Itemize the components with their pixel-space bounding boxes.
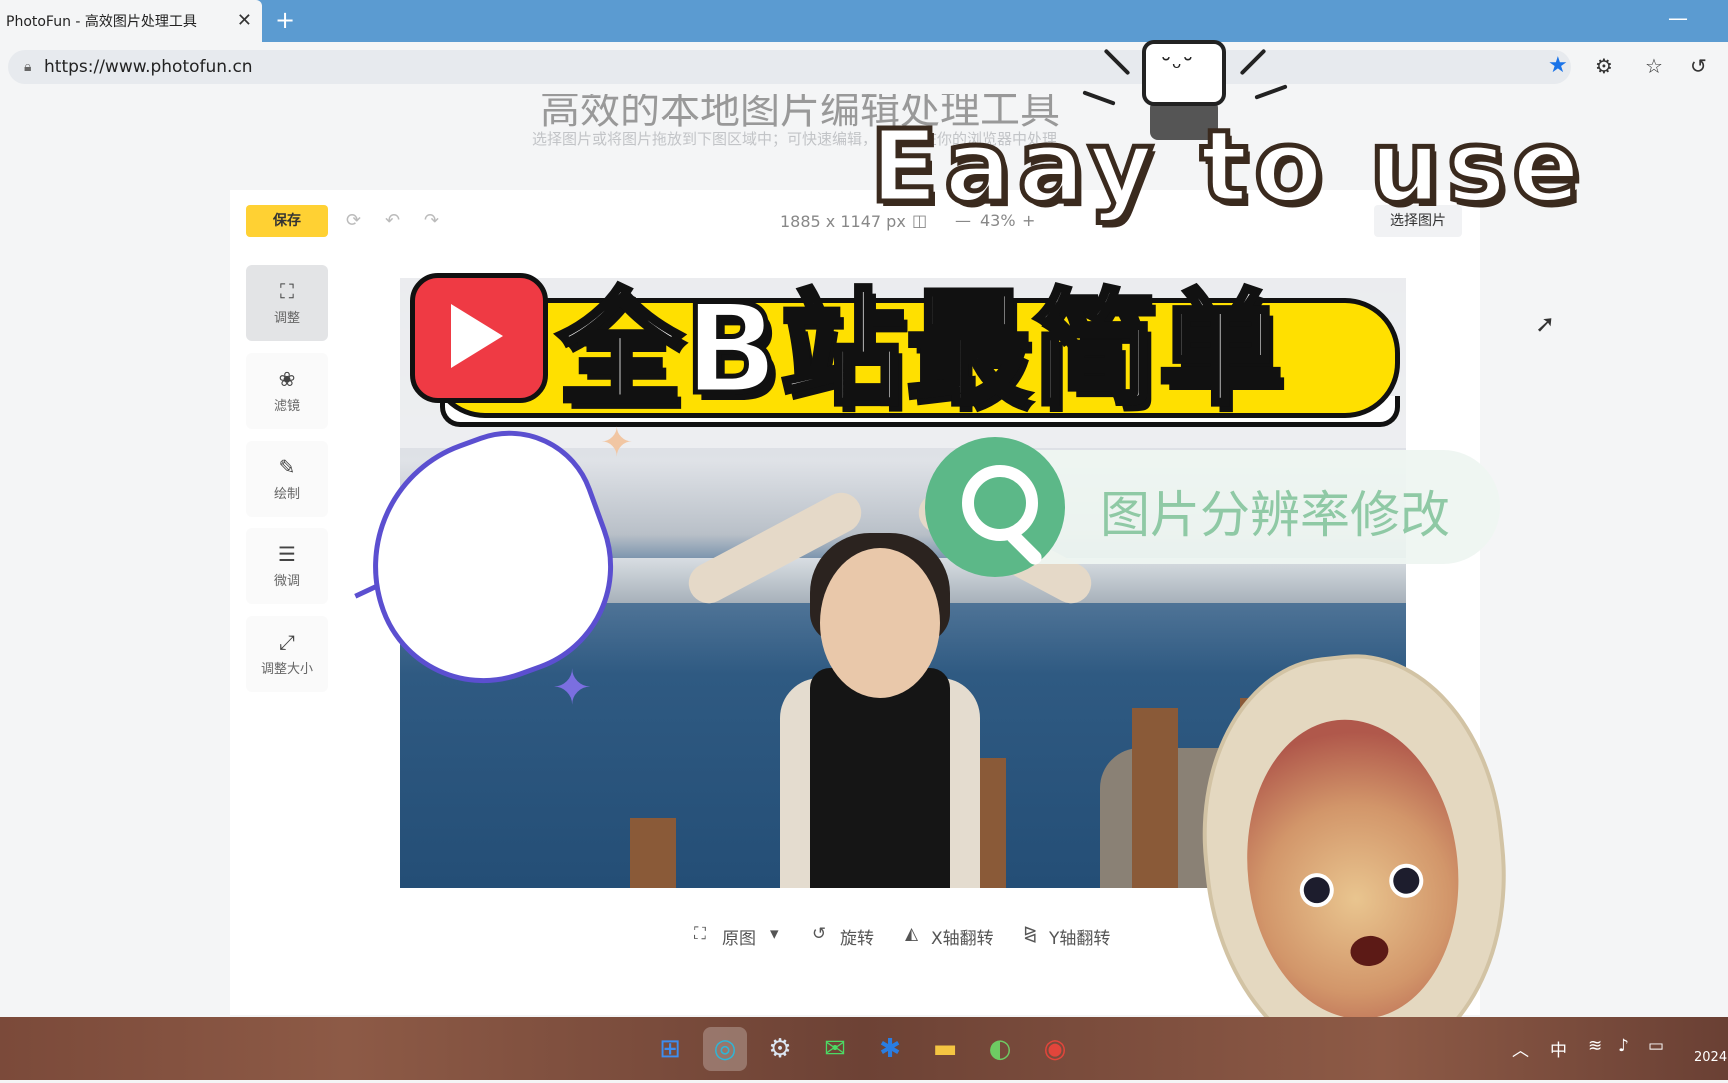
tray-chevron-icon[interactable]: ︿	[1512, 1036, 1529, 1061]
favorites-icon[interactable]: ☆	[1645, 54, 1663, 78]
flip-x-button[interactable]: X轴翻转	[931, 924, 994, 949]
sidebar-item-label: 调整大小	[260, 662, 313, 677]
spark-line	[1082, 90, 1116, 106]
sidebar-item-resize[interactable]: ⤢ 调整大小	[246, 616, 328, 692]
sidebar-item-label: 滤镜	[273, 399, 300, 414]
recorder-icon[interactable]: ◉	[1033, 1027, 1077, 1071]
edge-beta-icon[interactable]: ◎	[703, 1027, 747, 1071]
reset-icon[interactable]: ⟳	[346, 210, 361, 231]
tab-title: PhotoFun - 高效图片处理工具	[6, 14, 197, 30]
easy-to-use-text: Eaay to use	[867, 106, 1587, 228]
url-text: https://www.photofun.cn	[44, 57, 253, 77]
redo-icon[interactable]: ↷	[424, 210, 439, 231]
wechat-icon[interactable]: ✉	[813, 1027, 857, 1071]
play-icon	[410, 273, 548, 403]
crop-icon: ⛶	[280, 279, 294, 303]
minimize-button[interactable]: —	[1668, 6, 1688, 30]
battery-icon[interactable]: ▭	[1648, 1036, 1664, 1056]
globe-icon[interactable]: ◐	[978, 1027, 1022, 1071]
chevron-down-icon[interactable]: ▾	[770, 924, 779, 944]
start-icon[interactable]: ⊞	[648, 1027, 692, 1071]
sidebar-item-finetune[interactable]: ☰ 微调	[246, 528, 328, 604]
headline-text: 全B站最简单	[556, 276, 1286, 425]
taskbar	[0, 1017, 1728, 1080]
browser-tab[interactable]: PhotoFun - 高效图片处理工具 ✕	[0, 0, 262, 42]
photo-woman-face	[820, 548, 940, 698]
close-tab-icon[interactable]: ✕	[237, 10, 252, 31]
tv-mascot-icon: ˘ᵕ˘	[1142, 40, 1226, 106]
lock-icon: 🔒︎	[24, 59, 32, 75]
history-icon[interactable]: ↺	[1690, 54, 1707, 78]
baby-eye	[1298, 871, 1336, 909]
rotate-button[interactable]: 旋转	[840, 924, 874, 949]
flip-y-icon[interactable]: ⧎	[1023, 924, 1037, 944]
volume-icon[interactable]: ♪	[1618, 1036, 1629, 1056]
app-store-icon[interactable]: ✱	[868, 1027, 912, 1071]
sidebar-item-filter[interactable]: ❀ 滤镜	[246, 353, 328, 429]
save-button[interactable]: 保存	[246, 205, 328, 237]
mouse-cursor-icon: ➚	[1535, 310, 1556, 338]
ime-indicator[interactable]: 中	[1550, 1036, 1567, 1061]
photo-post	[1132, 708, 1178, 888]
address-bar-row: 🔒︎ https://www.photofun.cn ★ ⚙ ☆ ↺	[0, 42, 1728, 92]
browser-tab-bar: PhotoFun - 高效图片处理工具 ✕ + —	[0, 0, 1728, 42]
photo-post	[630, 818, 676, 888]
folder-icon[interactable]: ▬	[923, 1027, 967, 1071]
favorite-star-icon[interactable]: ★	[1548, 53, 1568, 78]
search-icon	[925, 437, 1065, 577]
flip-x-icon[interactable]: ◭	[905, 924, 918, 944]
draw-icon: ✎	[278, 455, 296, 479]
original-ratio-dropdown[interactable]: 原图	[722, 924, 756, 949]
sidebar-item-adjust[interactable]: ⛶ 调整	[246, 265, 328, 341]
sidebar-item-label: 调整	[273, 311, 300, 326]
baby-eye	[1387, 862, 1425, 900]
wifi-icon[interactable]: ≋	[1588, 1036, 1602, 1056]
filter-icon: ❀	[278, 367, 296, 391]
sliders-icon: ☰	[278, 542, 296, 566]
flip-y-button[interactable]: Y轴翻转	[1049, 924, 1110, 949]
sidebar-item-label: 微调	[273, 574, 300, 589]
resize-icon: ⤢	[279, 630, 295, 654]
photo-woman-vest	[810, 668, 950, 888]
clock-year: 2024	[1694, 1050, 1728, 1065]
sidebar-item-label: 绘制	[273, 487, 300, 502]
crop-ratio-icon[interactable]: ⛶	[694, 924, 706, 944]
extensions-icon[interactable]: ⚙	[1595, 54, 1613, 78]
sparkle-icon: ✦	[600, 420, 634, 466]
sidebar-item-draw[interactable]: ✎ 绘制	[246, 441, 328, 517]
steam-icon[interactable]: ⚙	[758, 1027, 802, 1071]
sparkle-icon: ✦	[552, 660, 593, 716]
baby-mouth	[1348, 934, 1390, 968]
undo-icon[interactable]: ↶	[385, 210, 400, 231]
new-tab-button[interactable]: +	[275, 6, 295, 34]
rotate-icon[interactable]: ↺	[812, 924, 826, 944]
search-banner-text: 图片分辨率修改	[1100, 486, 1450, 544]
url-field[interactable]: 🔒︎ https://www.photofun.cn ★	[8, 50, 1571, 84]
